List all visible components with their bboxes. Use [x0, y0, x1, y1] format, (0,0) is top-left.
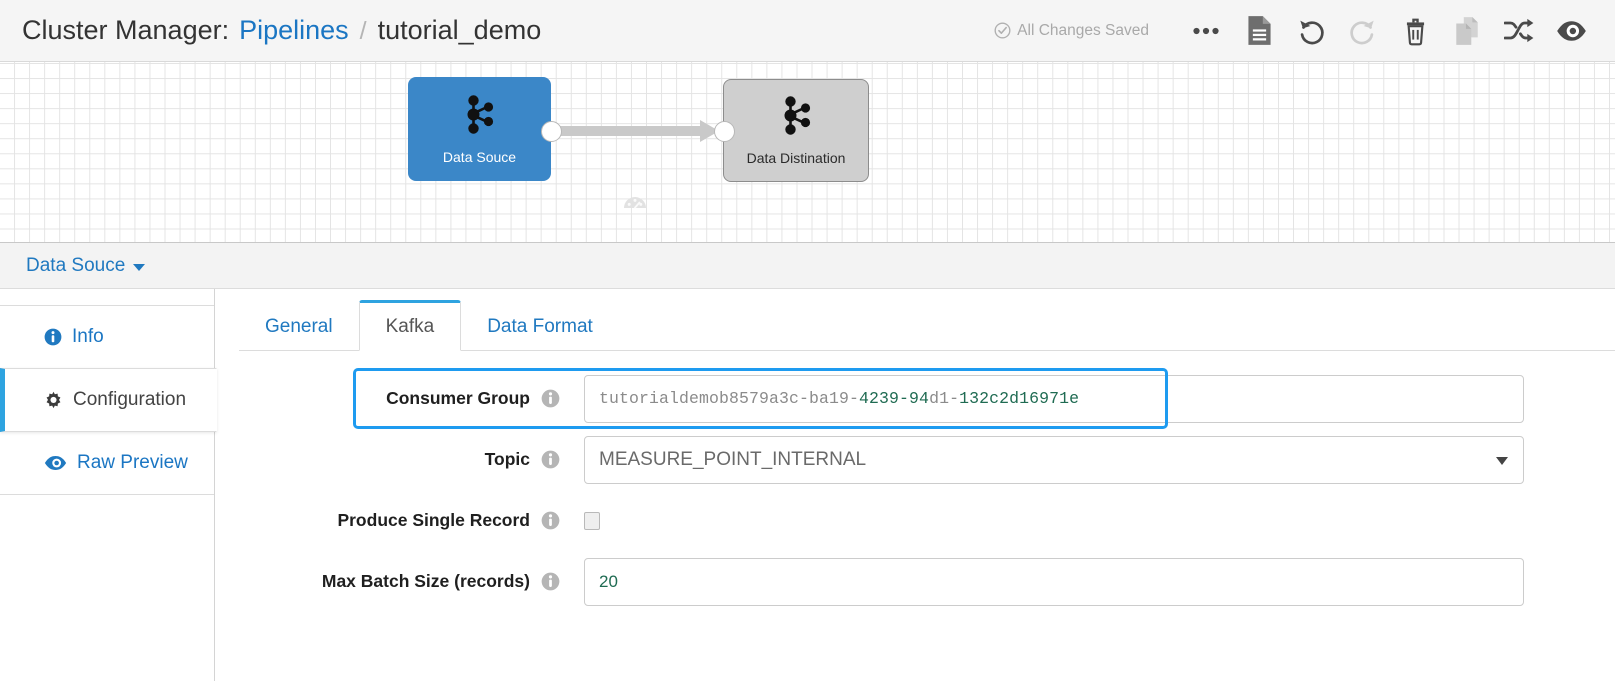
- duplicate-icon: [1441, 5, 1493, 57]
- undo-icon[interactable]: [1285, 5, 1337, 57]
- consumer-group-value-part3: d1-: [929, 389, 960, 408]
- breadcrumb-separator: /: [359, 17, 367, 45]
- label-text: Topic: [484, 449, 530, 469]
- form-row-topic: Topic MEASURE_POINT_INTERNAL: [215, 429, 1615, 490]
- breadcrumb-link-pipelines[interactable]: Pipelines: [239, 15, 349, 46]
- config-tabs: General Kafka Data Format: [215, 289, 1615, 351]
- header-toolbar: All Changes Saved: [994, 5, 1597, 57]
- more-options-icon[interactable]: [1179, 5, 1233, 57]
- stage-detail-sidebar: Info Configuration Raw Preview: [0, 289, 217, 681]
- app-title: Cluster Manager:: [22, 15, 230, 45]
- max-batch-size-value: 20: [599, 571, 618, 591]
- field-label-topic: Topic: [215, 449, 560, 470]
- notes-icon[interactable]: [1233, 5, 1285, 57]
- save-status-label: All Changes Saved: [1017, 21, 1149, 39]
- sidebar-item-label: Raw Preview: [77, 452, 188, 473]
- consumer-group-value-part4: 132c2d16971e: [959, 389, 1080, 408]
- caret-down-icon: [133, 264, 146, 271]
- pipeline-connection-line[interactable]: [557, 126, 705, 136]
- field-control-max-batch-size: 20: [584, 557, 1615, 606]
- info-icon[interactable]: [541, 511, 560, 530]
- info-circle-icon: [44, 328, 62, 346]
- field-control-consumer-group: tutorialdemob8579a3c-ba19- 4239-94 d1- 132c…: [584, 374, 1615, 423]
- pipeline-node-data-source[interactable]: Data Souce: [408, 77, 551, 181]
- field-label-consumer-group: Consumer Group: [215, 388, 560, 409]
- config-form: Consumer Group tutorialdemob8579a3c-ba19…: [215, 351, 1615, 612]
- shuffle-icon[interactable]: [1493, 5, 1545, 57]
- trash-icon[interactable]: [1389, 5, 1441, 57]
- label-text: Consumer Group: [386, 388, 530, 408]
- kafka-icon: [463, 94, 496, 140]
- pipeline-node-label: Data Souce: [442, 148, 517, 165]
- breadcrumb-current-pipeline: tutorial_demo: [377, 15, 542, 45]
- caret-down-icon: [1496, 456, 1508, 465]
- info-icon[interactable]: [541, 389, 560, 408]
- form-row-produce-single-record: Produce Single Record: [215, 490, 1615, 551]
- consumer-group-value-part2: 4239-94: [859, 389, 930, 408]
- tab-label: General: [265, 316, 333, 337]
- node-input-port[interactable]: [714, 121, 735, 142]
- tab-data-format[interactable]: Data Format: [461, 303, 619, 351]
- gauge-icon[interactable]: [622, 191, 648, 217]
- field-label-produce-single-record: Produce Single Record: [215, 510, 560, 531]
- field-control-topic: MEASURE_POINT_INTERNAL: [584, 435, 1615, 484]
- info-icon[interactable]: [541, 572, 560, 591]
- tab-label: Kafka: [385, 315, 435, 337]
- tab-kafka[interactable]: Kafka: [358, 300, 462, 351]
- field-label-max-batch-size: Max Batch Size (records): [215, 571, 560, 592]
- form-row-consumer-group: Consumer Group tutorialdemob8579a3c-ba19…: [215, 368, 1615, 429]
- tab-general[interactable]: General: [239, 303, 359, 351]
- pipeline-canvas[interactable]: Data Souce Data Distination: [0, 62, 1615, 243]
- consumer-group-input[interactable]: tutorialdemob8579a3c-ba19- 4239-94 d1- 132c…: [584, 374, 1524, 423]
- topic-selected-value: MEASURE_POINT_INTERNAL: [599, 448, 867, 470]
- label-text: Max Batch Size (records): [321, 571, 530, 591]
- stage-selector-label: Data Souce: [26, 254, 126, 276]
- pipeline-node-label: Data Distination: [746, 150, 846, 166]
- tab-label: Data Format: [487, 316, 593, 337]
- form-row-max-batch-size: Max Batch Size (records) 20: [215, 551, 1615, 612]
- breadcrumb: Cluster Manager: Pipelines / tutorial_de…: [22, 15, 541, 46]
- node-output-port[interactable]: [541, 121, 562, 142]
- sidebar-item-label: Configuration: [73, 389, 187, 410]
- check-circle-icon: [994, 22, 1011, 39]
- eye-icon[interactable]: [1545, 5, 1597, 57]
- topic-select[interactable]: MEASURE_POINT_INTERNAL: [584, 435, 1524, 484]
- sidebar-item-configuration[interactable]: Configuration: [0, 368, 217, 432]
- stage-detail-panel: Info Configuration Raw Preview General K…: [0, 289, 1615, 681]
- gear-icon: [44, 391, 63, 410]
- eye-icon: [44, 455, 67, 471]
- pipeline-node-data-destination[interactable]: Data Distination: [723, 79, 869, 182]
- save-status: All Changes Saved: [994, 22, 1149, 40]
- kafka-icon: [780, 95, 813, 141]
- consumer-group-value-part1: tutorialdemob8579a3c-ba19-: [599, 389, 860, 408]
- max-batch-size-input[interactable]: 20: [584, 557, 1524, 606]
- stage-selector-bar: Data Souce: [0, 243, 1615, 289]
- info-icon[interactable]: [541, 450, 560, 469]
- field-control-produce-single-record: [584, 511, 1615, 530]
- label-text: Produce Single Record: [337, 510, 530, 530]
- sidebar-item-info[interactable]: Info: [0, 305, 214, 369]
- sidebar-item-label: Info: [72, 326, 104, 347]
- produce-single-record-checkbox[interactable]: [584, 511, 600, 530]
- app-header: Cluster Manager: Pipelines / tutorial_de…: [0, 0, 1615, 62]
- stage-selector-dropdown[interactable]: Data Souce: [26, 254, 146, 277]
- stage-config-content: General Kafka Data Format Consumer Group: [215, 289, 1615, 681]
- sidebar-item-raw-preview[interactable]: Raw Preview: [0, 431, 214, 495]
- redo-icon: [1337, 5, 1389, 57]
